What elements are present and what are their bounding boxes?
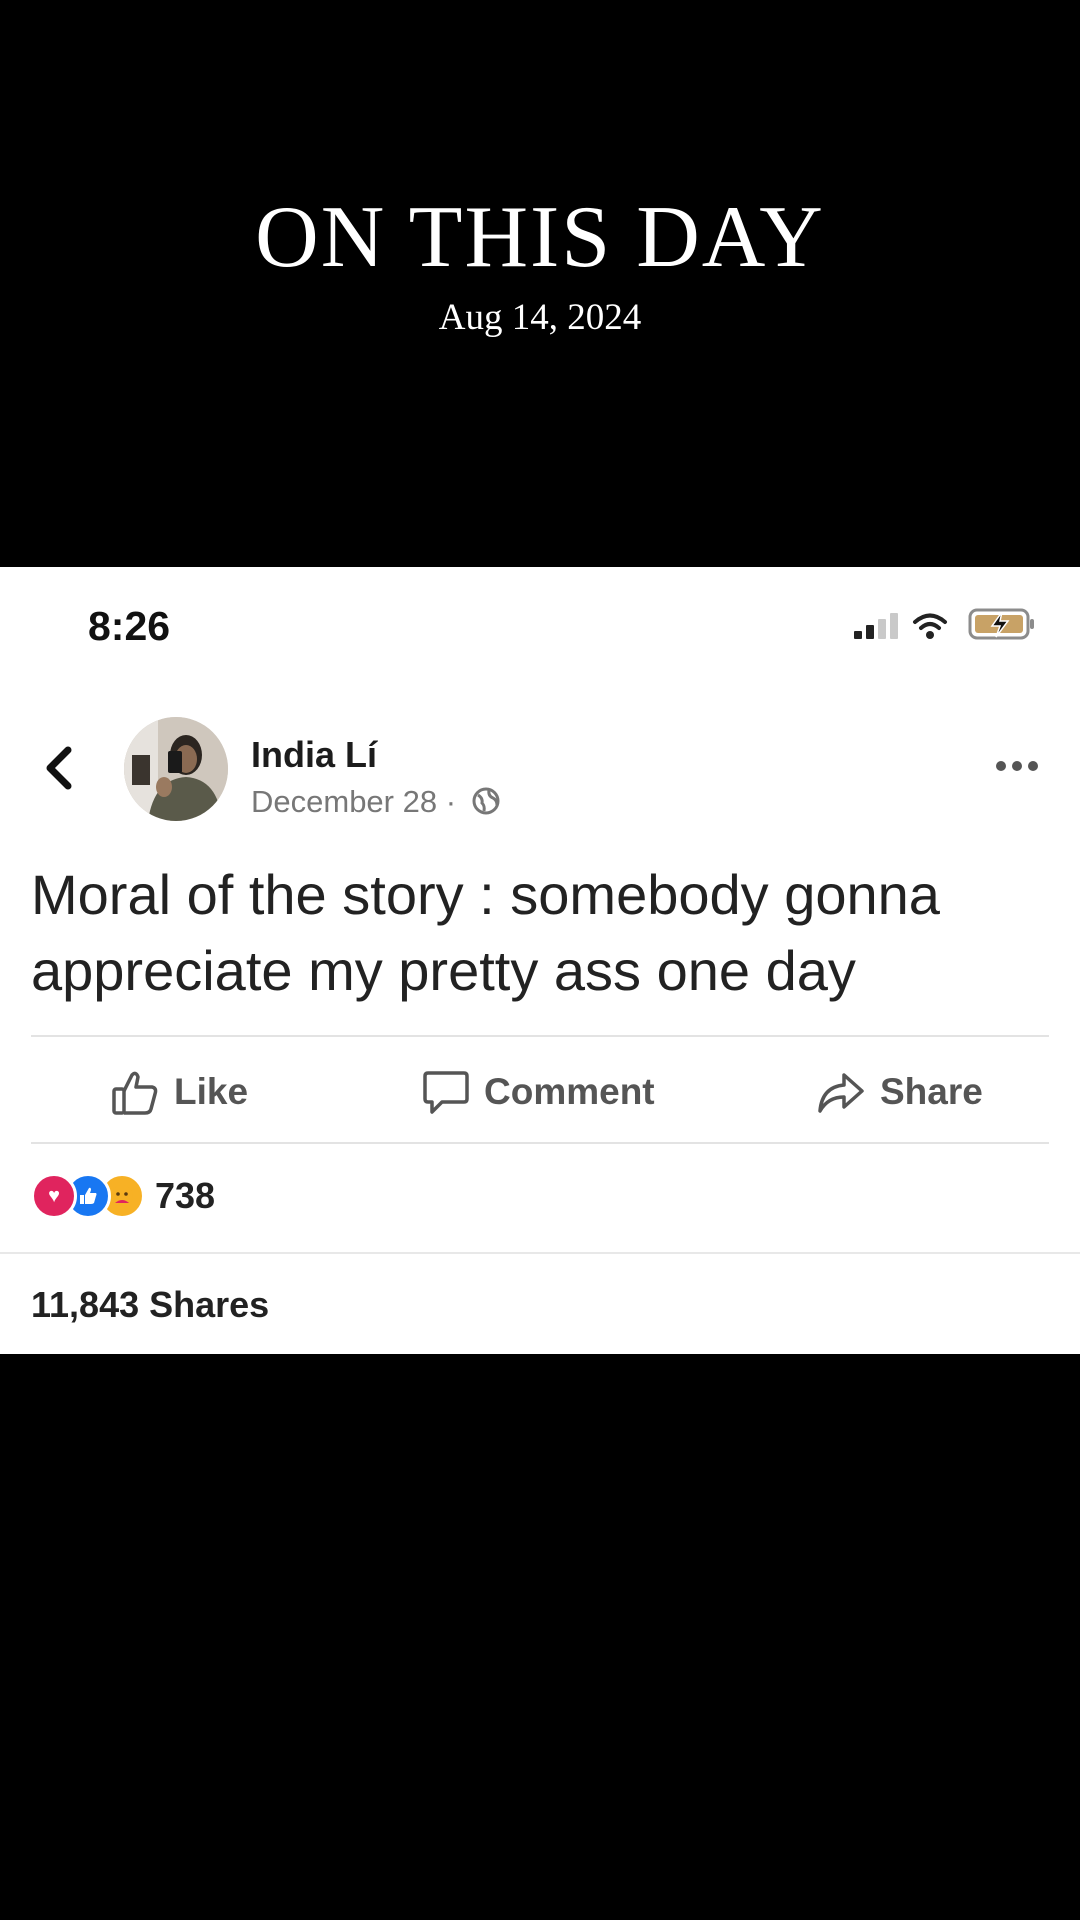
post-date: December 28 · <box>251 784 501 820</box>
back-chevron-icon[interactable] <box>40 742 80 794</box>
divider <box>0 1252 1080 1254</box>
share-arrow-icon <box>818 1073 864 1113</box>
post-text-line: Moral of the story : somebody gonna <box>31 863 940 926</box>
divider <box>31 1142 1049 1144</box>
comment-label: Comment <box>484 1071 655 1112</box>
post-text-line: appreciate my pretty ass one day <box>31 939 856 1002</box>
love-icon: ♥ <box>31 1173 77 1219</box>
shares-count[interactable]: 11,843 Shares <box>31 1284 269 1326</box>
comment-icon <box>423 1071 469 1114</box>
thumbs-up-icon <box>112 1071 158 1115</box>
post-text: Moral of the story : somebody gonna appr… <box>31 857 1051 1009</box>
header-date: Aug 14, 2024 <box>438 297 642 338</box>
like-button[interactable]: Like <box>110 1062 248 1122</box>
share-label: Share <box>880 1071 983 1112</box>
reactions-summary[interactable]: ♥ 738 <box>31 1172 215 1220</box>
reactions-count: 738 <box>155 1175 216 1216</box>
wifi-icon <box>913 613 947 639</box>
share-button[interactable]: Share <box>816 1062 983 1122</box>
header-title: ON THIS DAY <box>255 189 825 286</box>
more-options-icon[interactable] <box>994 759 1040 773</box>
cellular-signal-icon <box>854 613 898 639</box>
post-screenshot: 8:26 India Lí December 28 · Moral of the… <box>0 567 1080 1354</box>
battery-charging-icon <box>968 608 1034 640</box>
author-name[interactable]: India Lí <box>251 734 377 776</box>
divider <box>31 1035 1049 1037</box>
post-date-text: December 28 · <box>251 784 457 819</box>
globe-icon <box>472 787 500 815</box>
status-time: 8:26 <box>88 603 171 649</box>
like-label: Like <box>174 1071 249 1112</box>
comment-button[interactable]: Comment <box>422 1062 655 1122</box>
author-avatar[interactable] <box>124 717 228 821</box>
